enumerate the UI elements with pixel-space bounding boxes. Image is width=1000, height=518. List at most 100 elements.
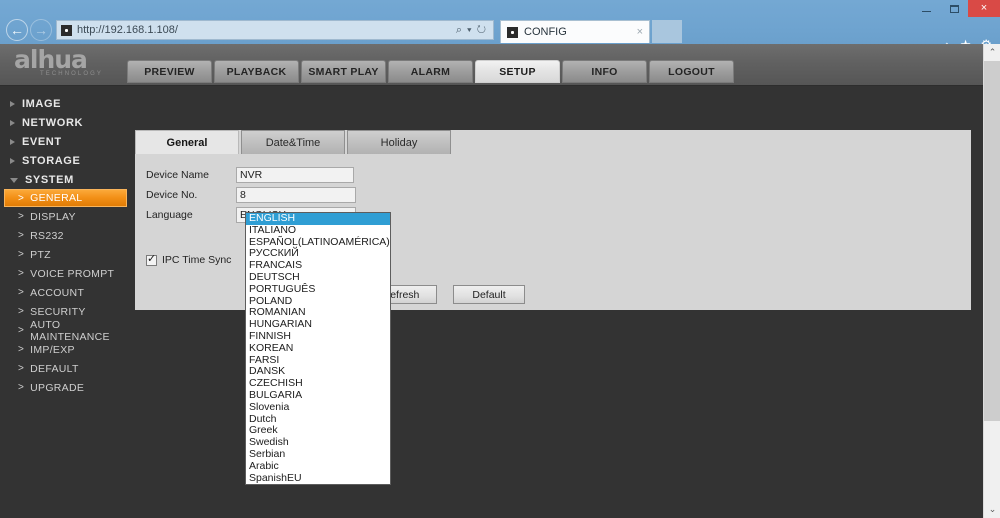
main-nav-tabs: PREVIEW PLAYBACK SMART PLAY ALARM SETUP … <box>127 60 734 83</box>
tab-strip: CONFIG × <box>500 20 650 44</box>
chevron-right-icon: > <box>18 344 25 355</box>
dropdown-option[interactable]: Serbian <box>246 448 390 461</box>
address-input[interactable]: http://192.168.1.108/ <box>77 24 456 36</box>
chevron-right-icon <box>10 157 15 164</box>
tab-holiday[interactable]: Holiday <box>347 130 451 154</box>
close-window-button[interactable]: × <box>968 0 1000 17</box>
browser-tab-title: CONFIG <box>524 26 567 38</box>
tab-date-time[interactable]: Date&Time <box>241 130 345 154</box>
site-favicon-icon <box>61 24 72 36</box>
minimize-icon <box>921 10 931 12</box>
nav-tab-alarm[interactable]: ALARM <box>388 60 473 83</box>
sidebar-item-label: IMP/EXP <box>30 343 75 356</box>
tab-close-icon[interactable]: × <box>637 26 643 38</box>
back-arrow-icon[interactable]: ← <box>6 19 28 41</box>
dropdown-option[interactable]: Slovenia <box>246 401 390 414</box>
sidebar-item-label: SECURITY <box>30 305 86 318</box>
sidebar-item-imp-exp[interactable]: > IMP/EXP <box>0 340 127 359</box>
search-icon[interactable]: ⌕ ▾ ↻ <box>456 24 487 37</box>
chevron-right-icon: > <box>18 363 25 374</box>
default-button[interactable]: Default <box>453 285 525 304</box>
close-icon: × <box>980 2 988 14</box>
window-controls: × <box>912 0 1000 17</box>
ipc-time-sync-row[interactable]: IPC Time Sync <box>146 253 231 266</box>
forward-arrow-icon[interactable]: → <box>30 19 52 41</box>
sidebar-item-ptz[interactable]: > PTZ <box>0 245 127 264</box>
sidebar-group-image[interactable]: IMAGE <box>0 94 131 113</box>
nav-tab-playback[interactable]: PLAYBACK <box>214 60 299 83</box>
sidebar-item-label: PTZ <box>30 248 51 261</box>
scroll-down-button[interactable]: ⌄ <box>984 501 1000 518</box>
sidebar-item-upgrade[interactable]: > UPGRADE <box>0 378 127 397</box>
chevron-right-icon: > <box>18 230 25 241</box>
sidebar-group-network[interactable]: NETWORK <box>0 113 131 132</box>
sidebar-item-voice-prompt[interactable]: > VOICE PROMPT <box>0 264 127 283</box>
maximize-button[interactable] <box>940 0 968 17</box>
dropdown-option[interactable]: Arabic <box>246 460 390 473</box>
dahua-logo: alhua TECHNOLOGY <box>14 47 124 82</box>
sidebar-group-label: SYSTEM <box>25 173 74 186</box>
nav-tab-setup[interactable]: SETUP <box>475 60 560 83</box>
address-bar[interactable]: http://192.168.1.108/ ⌕ ▾ ↻ <box>56 20 494 40</box>
device-name-label: Device Name <box>146 169 210 181</box>
content-tabs: General Date&Time Holiday <box>135 130 451 154</box>
chevron-right-icon: > <box>18 249 25 260</box>
ipc-time-sync-checkbox[interactable] <box>146 253 157 266</box>
sidebar-item-label: AUTO MAINTENANCE <box>30 318 110 343</box>
sidebar-item-label: ACCOUNT <box>30 286 85 299</box>
chevron-right-icon: > <box>18 382 25 393</box>
sidebar-item-general[interactable]: > GENERAL <box>4 189 127 207</box>
sidebar-group-system[interactable]: SYSTEM <box>0 170 131 189</box>
sidebar-item-label: DEFAULT <box>30 362 79 375</box>
minimize-button[interactable] <box>912 0 940 17</box>
dropdown-option[interactable]: FINNISH <box>246 330 390 343</box>
scroll-up-button[interactable]: ⌃ <box>984 44 1000 61</box>
nav-tab-smart-play[interactable]: SMART PLAY <box>301 60 386 83</box>
nav-tab-preview[interactable]: PREVIEW <box>127 60 212 83</box>
sidebar-item-label: VOICE PROMPT <box>30 267 115 280</box>
chevron-down-icon <box>10 178 18 183</box>
device-name-input[interactable]: NVR <box>236 167 354 183</box>
tab-favicon-icon <box>507 26 518 38</box>
browser-chrome: × ← → http://192.168.1.108/ ⌕ ▾ ↻ CONFIG… <box>0 0 1000 53</box>
chevron-right-icon: > <box>18 287 25 298</box>
sidebar-item-label: DISPLAY <box>30 210 76 223</box>
scrollbar-thumb[interactable] <box>984 61 1000 421</box>
tab-general[interactable]: General <box>135 130 239 154</box>
sidebar-group-label: NETWORK <box>22 116 84 129</box>
sidebar-item-auto-maintenance[interactable]: > AUTO MAINTENANCE <box>0 318 127 343</box>
dropdown-option[interactable]: KOREAN <box>246 342 390 355</box>
logo-subtitle: TECHNOLOGY <box>40 71 104 77</box>
sidebar-item-default[interactable]: > DEFAULT <box>0 359 127 378</box>
sidebar-item-account[interactable]: > ACCOUNT <box>0 283 127 302</box>
device-no-label: Device No. <box>146 189 198 201</box>
sidebar-group-storage[interactable]: STORAGE <box>0 151 131 170</box>
dropdown-option[interactable]: BULGARIA <box>246 389 390 402</box>
sidebar-item-rs232[interactable]: > RS232 <box>0 226 127 245</box>
dropdown-option[interactable]: PORTUGUÊS <box>246 283 390 296</box>
browser-tab-config[interactable]: CONFIG × <box>500 20 650 43</box>
sidebar-item-display[interactable]: > DISPLAY <box>0 207 127 226</box>
chevron-right-icon <box>10 100 15 107</box>
language-label: Language <box>146 209 193 221</box>
chevron-right-icon <box>10 138 15 145</box>
dropdown-option[interactable]: ITALIANO <box>246 224 390 237</box>
nav-tab-logout[interactable]: LOGOUT <box>649 60 734 83</box>
dropdown-option[interactable]: DEUTSCH <box>246 271 390 284</box>
chevron-right-icon: > <box>18 325 25 336</box>
dropdown-option[interactable]: SpanishEU <box>246 472 390 484</box>
sidebar: IMAGE NETWORK EVENT STORAGE SYSTEM > GEN… <box>0 86 131 518</box>
nav-tab-info[interactable]: INFO <box>562 60 647 83</box>
sidebar-item-label: UPGRADE <box>30 381 85 394</box>
new-tab-button[interactable] <box>652 20 682 43</box>
sidebar-group-event[interactable]: EVENT <box>0 132 131 151</box>
chevron-right-icon: > <box>18 211 25 222</box>
chevron-right-icon: > <box>18 268 25 279</box>
page-scrollbar[interactable]: ⌃ ⌄ <box>983 44 1000 518</box>
nvr-web-app: alhua TECHNOLOGY PREVIEW PLAYBACK SMART … <box>0 44 988 518</box>
chevron-right-icon <box>10 119 15 126</box>
language-dropdown-list[interactable]: ENGLISH ITALIANO ESPAÑOL(LATINOAMÉRICA) … <box>245 212 391 485</box>
device-no-input[interactable]: 8 <box>236 187 356 203</box>
sidebar-group-label: STORAGE <box>22 154 81 167</box>
chevron-right-icon: > <box>18 306 25 317</box>
